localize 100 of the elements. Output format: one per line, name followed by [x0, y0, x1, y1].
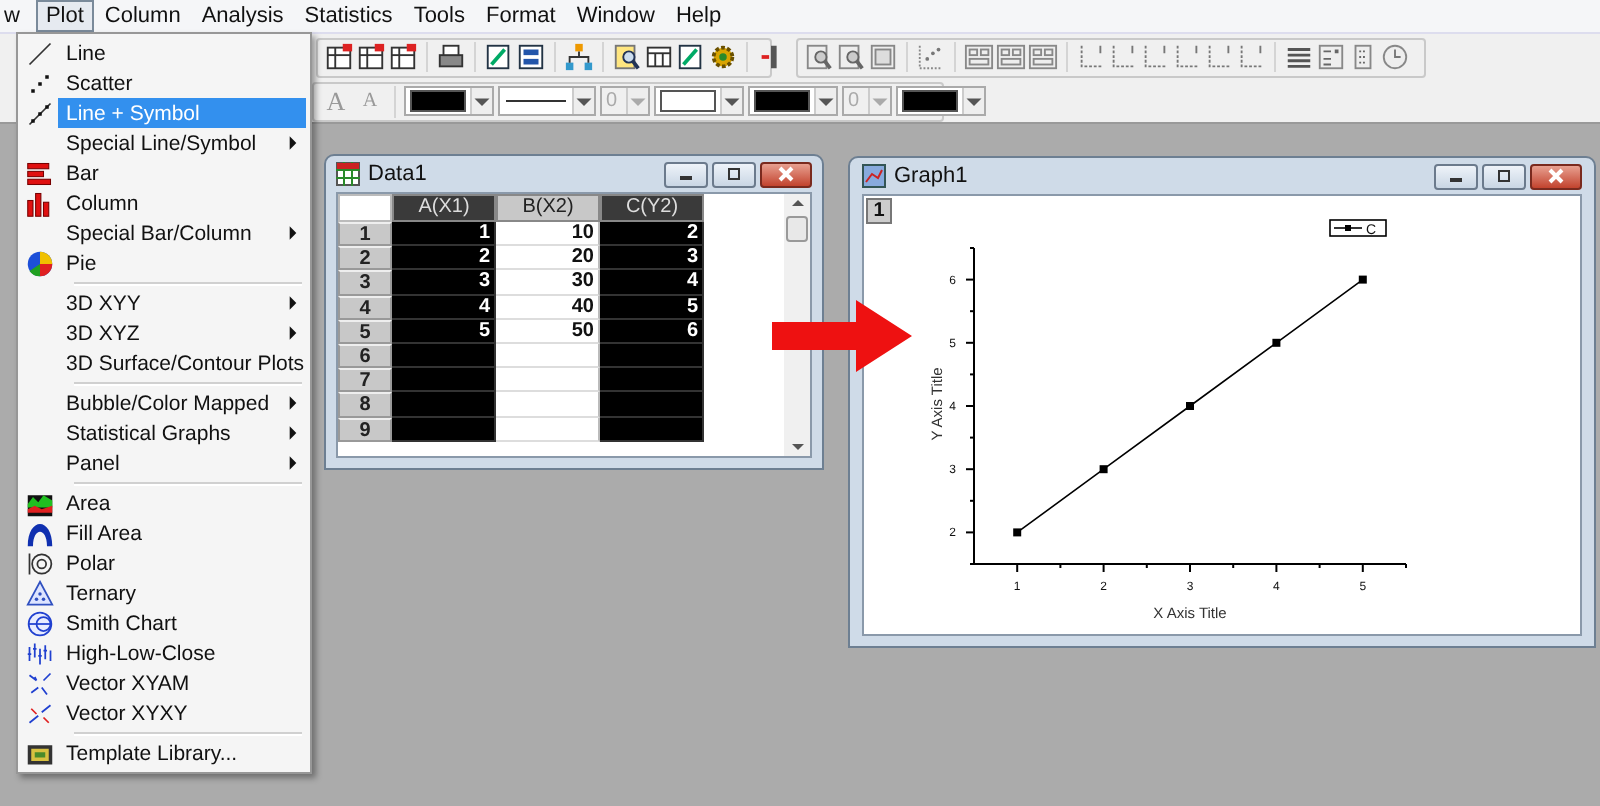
menu-item[interactable]: Polar: [58, 548, 306, 578]
restore-button[interactable]: [712, 161, 756, 187]
restore-button[interactable]: [1482, 163, 1526, 189]
layer-tab[interactable]: 1: [866, 198, 892, 224]
worksheet-icon[interactable]: [388, 42, 418, 72]
magnifier-icon[interactable]: [612, 42, 642, 72]
axes-icon[interactable]: [1236, 42, 1266, 72]
dropdown-value: 0: [604, 90, 620, 112]
graph-window-icon: [862, 164, 886, 188]
menu-title[interactable]: Column: [94, 0, 191, 32]
bar-chart-icon: [26, 159, 54, 187]
menu-title[interactable]: Help: [665, 0, 732, 32]
data-point: [1272, 338, 1281, 347]
axes-icon[interactable]: [1108, 42, 1138, 72]
gear-icon[interactable]: [708, 42, 738, 72]
axes-icon[interactable]: [1204, 42, 1234, 72]
data-point: [1186, 402, 1194, 410]
row-header[interactable]: 5: [338, 319, 392, 344]
axes-icon[interactable]: [1076, 42, 1106, 72]
column-chart-icon: [26, 189, 54, 217]
menu-item[interactable]: Smith Chart: [58, 608, 306, 638]
close-button[interactable]: [1530, 163, 1582, 189]
menu-item[interactable]: Fill Area: [58, 518, 306, 548]
window-icon[interactable]: [516, 42, 546, 72]
row-header[interactable]: 3: [338, 270, 392, 296]
dots-icon[interactable]: [916, 42, 946, 72]
column-header[interactable]: C(Y2): [600, 194, 704, 222]
menu-title[interactable]: w: [0, 0, 30, 32]
menu-item[interactable]: 3D Surface/Contour Plots: [58, 348, 313, 378]
menu-title[interactable]: Window: [566, 0, 665, 32]
menu-item[interactable]: Area: [58, 488, 306, 518]
magnifier-icon[interactable]: [804, 42, 834, 72]
axes-icon[interactable]: [1172, 42, 1202, 72]
close-icon: [776, 166, 796, 182]
menu-item[interactable]: Special Bar/Column: [58, 218, 306, 248]
minimize-button[interactable]: [664, 161, 708, 187]
menu-item[interactable]: Pie: [58, 248, 306, 278]
menu-title[interactable]: Analysis: [191, 0, 294, 32]
table-icon[interactable]: [644, 42, 674, 72]
lines-icon[interactable]: [1284, 42, 1314, 72]
layout-icon[interactable]: [996, 42, 1026, 72]
color-dropdown[interactable]: [654, 86, 744, 116]
menu-item[interactable]: Template Library...: [58, 738, 306, 768]
table-cell: 50: [496, 319, 600, 344]
menu-item[interactable]: Bar: [58, 158, 306, 188]
row-header[interactable]: 7: [338, 368, 392, 393]
data-point: [1358, 275, 1367, 284]
restore-icon: [724, 166, 744, 182]
frame-icon[interactable]: [868, 42, 898, 72]
row-header[interactable]: 4: [338, 295, 392, 320]
close-button[interactable]: [760, 161, 812, 187]
table-cell: [392, 343, 496, 369]
magnifier-icon[interactable]: [836, 42, 866, 72]
axes-icon[interactable]: [1140, 42, 1170, 72]
row-header[interactable]: 1: [338, 222, 392, 247]
column-header[interactable]: B(X2): [496, 194, 600, 222]
notepad-icon[interactable]: [484, 42, 514, 72]
color-dropdown[interactable]: [748, 86, 838, 116]
clock-icon[interactable]: [1380, 42, 1410, 72]
table-cell: [496, 392, 600, 417]
worksheet-icon[interactable]: [324, 42, 354, 72]
menu-item[interactable]: 3D XYZ: [58, 318, 306, 348]
dropdown-value: 0: [846, 90, 862, 112]
color-dropdown[interactable]: [896, 86, 986, 116]
menu-title[interactable]: Plot: [35, 0, 94, 32]
menu-title[interactable]: Format: [476, 0, 566, 32]
menu-item[interactable]: Ternary: [58, 578, 306, 608]
row-header[interactable]: 6: [338, 343, 392, 369]
layout-icon[interactable]: [1028, 42, 1058, 72]
menu-item[interactable]: Bubble/Color Mapped: [58, 388, 306, 418]
worksheet-icon[interactable]: [356, 42, 386, 72]
layout-icon[interactable]: [964, 42, 994, 72]
menu-item[interactable]: 3D XYY: [58, 288, 306, 318]
menu-item[interactable]: Vector XYXY: [58, 698, 306, 728]
menu-item[interactable]: Special Line/Symbol: [58, 128, 306, 158]
menu-item[interactable]: Scatter: [58, 68, 306, 98]
scroll-thumb[interactable]: [786, 216, 808, 242]
menu-title[interactable]: Statistics: [294, 0, 403, 32]
menu-item[interactable]: Vector XYAM: [58, 668, 306, 698]
menu-title[interactable]: Tools: [403, 0, 475, 32]
table-cell: [600, 392, 704, 417]
row-header[interactable]: 8: [338, 392, 392, 417]
menu-item[interactable]: Line: [58, 38, 306, 68]
minimize-button[interactable]: [1434, 163, 1478, 189]
printer-icon[interactable]: [436, 42, 466, 72]
menu-item[interactable]: Statistical Graphs: [58, 418, 306, 448]
column-header[interactable]: A(X1): [392, 194, 496, 222]
line-icon: [26, 39, 54, 67]
notepad-icon[interactable]: [676, 42, 706, 72]
color-dropdown[interactable]: [404, 86, 494, 116]
hierarchy-icon[interactable]: [564, 42, 594, 72]
table-cell: 4: [392, 295, 496, 320]
menu-item[interactable]: Column: [58, 188, 306, 218]
table-cell: [600, 343, 704, 369]
menu-item[interactable]: Panel: [58, 448, 306, 478]
line-style-dropdown[interactable]: [498, 86, 596, 116]
legend-icon[interactable]: [1316, 42, 1346, 72]
row-header[interactable]: 2: [338, 246, 392, 271]
row-header[interactable]: 9: [338, 417, 392, 442]
menu-item[interactable]: High-Low-Close: [58, 638, 306, 668]
